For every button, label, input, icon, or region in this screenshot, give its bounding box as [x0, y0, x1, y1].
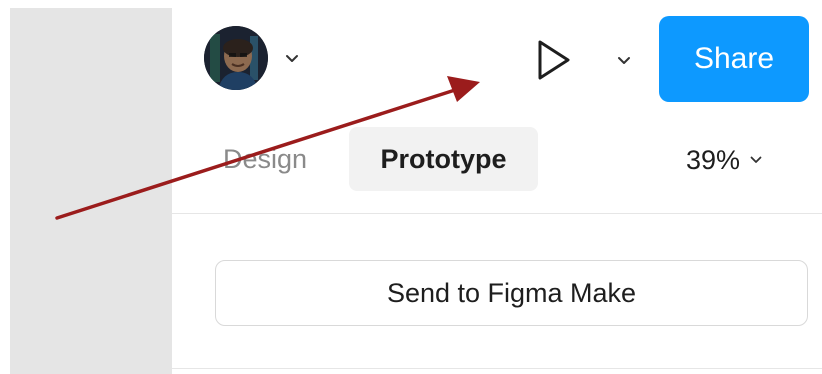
panel-divider-bottom — [172, 368, 822, 369]
zoom-chevron-down-icon — [750, 156, 762, 163]
avatar-menu-chevron-down-icon[interactable] — [285, 54, 299, 64]
canvas-area[interactable] — [10, 8, 172, 374]
share-button[interactable]: Share — [659, 16, 809, 102]
avatar-image — [204, 26, 268, 90]
zoom-value: 39% — [686, 144, 741, 175]
tab-design[interactable]: Design — [200, 127, 330, 191]
user-avatar[interactable] — [204, 26, 268, 90]
panel-divider — [172, 213, 822, 214]
tab-prototype[interactable]: Prototype — [349, 127, 538, 191]
present-options-chevron-down-icon[interactable] — [617, 56, 631, 66]
zoom-dropdown[interactable]: 39% — [686, 138, 762, 182]
figma-right-panel-screenshot: Share Design Prototype 39% Send to Figma… — [0, 0, 822, 374]
send-to-figma-make-button[interactable]: Send to Figma Make — [215, 260, 808, 326]
play-icon — [538, 40, 570, 80]
present-play-button[interactable] — [528, 34, 580, 86]
